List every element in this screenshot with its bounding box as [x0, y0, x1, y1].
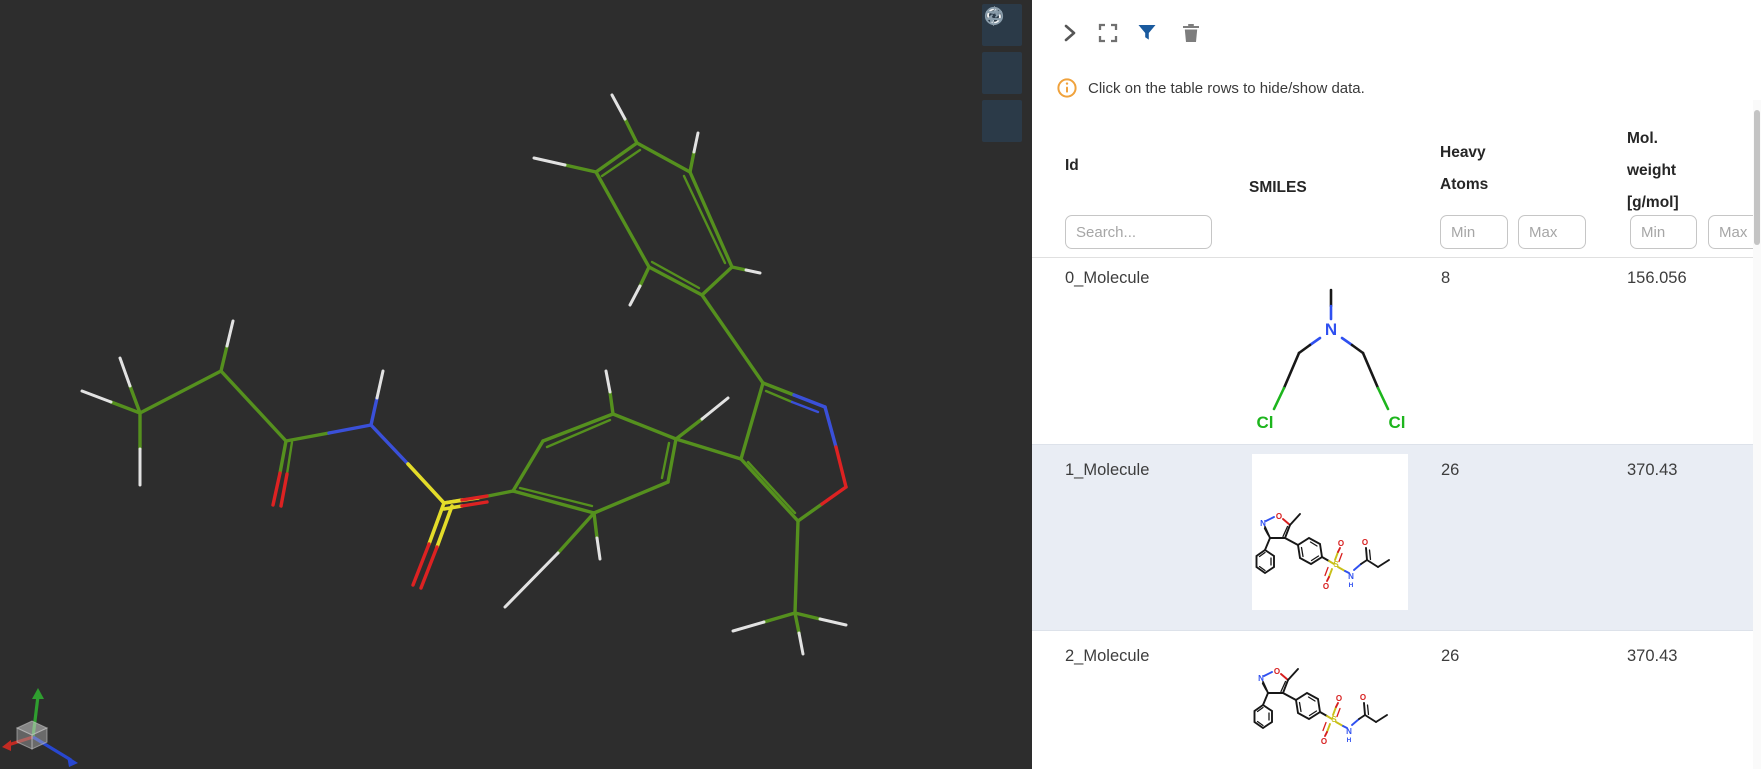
column-header-heavy-atoms[interactable]: Heavy Atoms [1440, 137, 1518, 201]
vertical-scrollbar[interactable] [1753, 100, 1761, 769]
svg-text:Cl: Cl [1389, 413, 1406, 432]
heavy-atoms-min-input[interactable] [1440, 215, 1508, 249]
column-header-id[interactable]: Id [1065, 150, 1079, 182]
svg-text:N: N [1325, 320, 1337, 339]
info-text: Click on the table rows to hide/show dat… [1088, 79, 1365, 97]
settings-button[interactable] [982, 8, 1022, 142]
filter-icon [1138, 25, 1156, 40]
fullscreen-icon [1098, 23, 1118, 43]
table-row[interactable]: 0_Molecule 8 156.056 N Cl Cl [1032, 257, 1753, 444]
row-mol-weight: 370.43 [1627, 647, 1678, 665]
chevron-right-icon [1064, 24, 1076, 42]
axes-gizmo [2, 688, 78, 767]
table-row[interactable]: 2_Molecule 26 370.43 [1032, 631, 1753, 769]
table-panel: Click on the table rows to hide/show dat… [1032, 0, 1761, 769]
column-header-smiles[interactable]: SMILES [1249, 172, 1307, 204]
row-mol-weight: 370.43 [1627, 461, 1678, 479]
filter-button[interactable] [1135, 21, 1159, 45]
info-icon [1057, 78, 1077, 98]
info-banner: Click on the table rows to hide/show dat… [1057, 78, 1365, 98]
delete-button[interactable] [1179, 21, 1203, 45]
molecule-2d-structure: N Cl Cl [1257, 288, 1406, 432]
row-heavy-atoms: 8 [1441, 269, 1451, 287]
collapse-panel-button[interactable] [1057, 21, 1081, 45]
heavy-atoms-max-input[interactable] [1518, 215, 1586, 249]
id-search-input[interactable] [1065, 215, 1212, 249]
molecule-3d-viewer[interactable] [0, 0, 1032, 769]
sliders-icon [986, 8, 1002, 23]
molecule-image-box [1252, 454, 1408, 610]
row-id: 2_Molecule [1065, 647, 1150, 665]
row-heavy-atoms: 26 [1441, 461, 1460, 479]
scrollbar-thumb[interactable] [1754, 110, 1760, 245]
screenshot-button[interactable] [982, 6, 1022, 94]
molecule-2d-structure [1255, 511, 1390, 592]
table-row[interactable]: 1_Molecule 26 370.43 [1032, 444, 1753, 631]
viewer-toolbar [982, 4, 1022, 142]
fullscreen-button[interactable] [1096, 21, 1120, 45]
row-heavy-atoms: 26 [1441, 647, 1460, 665]
trash-icon [1183, 24, 1199, 42]
column-header-mol-weight[interactable]: Mol. weight [g/mol] [1627, 123, 1703, 219]
molecule-2d-structure [1253, 666, 1388, 747]
row-id: 1_Molecule [1065, 461, 1150, 479]
row-id: 0_Molecule [1065, 269, 1150, 287]
mol-weight-min-input[interactable] [1630, 215, 1697, 249]
svg-text:Cl: Cl [1257, 413, 1274, 432]
row-mol-weight: 156.056 [1627, 269, 1687, 287]
app-window: Click on the table rows to hide/show dat… [0, 0, 1761, 769]
molecule-3d-sticks [2, 93, 848, 767]
